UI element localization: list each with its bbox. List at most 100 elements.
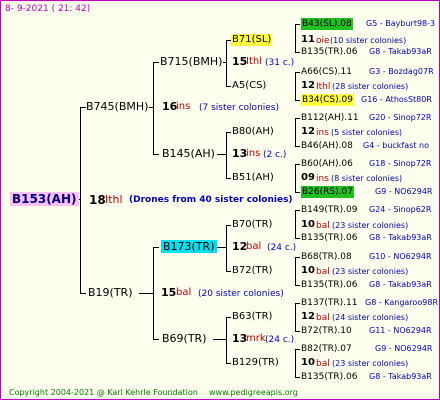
gen3-generation: 12 xyxy=(301,126,315,137)
gen4-queen[interactable]: A66(CS).11 xyxy=(301,66,352,78)
gen2-queen[interactable]: B69(TR) xyxy=(162,333,207,345)
connector xyxy=(226,178,231,179)
gen3-queen[interactable]: B80(AH) xyxy=(232,126,274,138)
gen1-breed: bal xyxy=(176,287,192,298)
gen3-note: (24 sister colonies) xyxy=(332,313,409,322)
gen3-queen[interactable]: B71(SL) xyxy=(231,34,273,46)
gen1-generation: 15 xyxy=(161,286,177,299)
gen4-queen[interactable]: B68(TR).08 xyxy=(301,251,352,263)
gen4-queen[interactable]: B60(AH).06 xyxy=(301,158,353,170)
gen3-note: (23 sister colonies) xyxy=(332,359,409,368)
connector xyxy=(223,62,227,63)
gen4-origin: G16 - AthosSt80R xyxy=(361,95,432,104)
connector xyxy=(149,107,154,108)
connector xyxy=(295,118,296,146)
gen3-breed: bal xyxy=(316,359,330,369)
connector xyxy=(295,285,300,286)
gen4-origin: G8 - Kangaroo98R xyxy=(365,298,438,307)
gen2-queen[interactable]: B173(TR) xyxy=(161,240,217,253)
gen4-queen[interactable]: B135(TR).06 xyxy=(301,46,357,58)
gen4-queen[interactable]: B135(TR).06 xyxy=(301,279,357,291)
gen4-queen[interactable]: B135(TR).06 xyxy=(301,371,357,383)
gen4-queen[interactable]: B149(TR).09 xyxy=(301,204,357,216)
connector xyxy=(226,317,231,318)
gen4-origin: G20 - Sinop72R xyxy=(369,113,432,122)
root-generation: 18 xyxy=(89,193,106,207)
gen2-note: (24 c.) xyxy=(267,243,297,253)
gen3-queen[interactable]: B72(TR) xyxy=(232,265,272,277)
connector xyxy=(295,72,300,73)
gen4-queen[interactable]: B72(TR).10 xyxy=(301,325,352,337)
copyright: Copyright 2004-2021 @ Karl Kehrle Founda… xyxy=(9,388,198,397)
connector xyxy=(139,293,154,294)
gen4-origin: G18 - Sinop72R xyxy=(369,159,432,168)
gen2-breed: mrk xyxy=(246,333,266,344)
connector xyxy=(295,303,300,304)
gen4-queen[interactable]: B34(CS).09 xyxy=(301,94,354,106)
connector xyxy=(80,293,86,294)
gen4-queen[interactable]: B26(RS).07 xyxy=(301,186,354,198)
gen3-breed: ins xyxy=(316,128,329,138)
gen3-breed: bal xyxy=(316,221,330,231)
connector xyxy=(80,107,81,293)
gen4-origin: G9 - NO6294R xyxy=(375,344,433,353)
gen3-note: (23 sister colonies) xyxy=(332,267,409,276)
gen3-note: (8 sister colonies) xyxy=(331,174,403,183)
gen3-queen[interactable]: A5(CS) xyxy=(232,80,266,92)
gen2-queen[interactable]: B715(BMH) xyxy=(160,56,222,68)
gen2-breed: bal xyxy=(246,241,262,252)
gen4-queen[interactable]: B46(AH).08 xyxy=(301,140,353,152)
gen2-queen[interactable]: B145(AH) xyxy=(162,148,215,160)
gen1-breed: ins xyxy=(176,101,191,112)
gen4-origin: G4 - buckfast no xyxy=(363,141,429,150)
connector xyxy=(226,225,231,226)
gen1-queen[interactable]: B745(BMH) xyxy=(86,101,148,113)
gen1-queen[interactable]: B19(TR) xyxy=(88,287,133,299)
connector xyxy=(295,257,296,285)
gen3-note: (23 sister colonies) xyxy=(332,221,409,230)
gen4-origin: G5 - Bayburt98-3 xyxy=(366,19,436,28)
gen3-queen[interactable]: B129(TR) xyxy=(232,357,279,369)
connector xyxy=(226,317,227,363)
root-queen[interactable]: B153(AH) xyxy=(10,192,79,206)
connector xyxy=(213,339,227,340)
connector xyxy=(295,377,300,378)
connector xyxy=(295,349,296,377)
timestamp: 8- 9-2021 ( 21: 42) xyxy=(5,4,91,14)
connector xyxy=(295,164,296,192)
gen2-note: (24 c.) xyxy=(265,335,295,345)
gen3-generation: 10 xyxy=(301,265,315,276)
gen3-breed: Ithl xyxy=(316,82,331,92)
connector xyxy=(217,154,227,155)
connector xyxy=(295,331,300,332)
connector xyxy=(295,238,300,239)
connector xyxy=(295,303,296,331)
gen1-note: (7 sister colonies) xyxy=(199,103,280,113)
gen2-breed: ins xyxy=(246,148,261,159)
gen3-generation: 10 xyxy=(301,357,315,368)
gen4-origin: G8 - Takab93aR xyxy=(369,233,432,242)
gen3-queen[interactable]: B51(AH) xyxy=(232,172,274,184)
gen3-breed: bal xyxy=(316,313,330,323)
gen4-queen[interactable]: B137(TR).11 xyxy=(301,297,357,309)
gen3-breed: bal xyxy=(316,267,330,277)
website-link[interactable]: www.pedigreeapis.org xyxy=(209,387,298,399)
connector xyxy=(226,132,231,133)
gen3-queen[interactable]: B70(TR) xyxy=(232,219,272,231)
gen4-queen[interactable]: B112(AH).11 xyxy=(301,112,359,124)
gen4-queen[interactable]: B82(TR).07 xyxy=(301,343,352,355)
connector xyxy=(295,100,300,101)
gen4-queen[interactable]: B43(SL).08 xyxy=(301,18,353,30)
connector xyxy=(226,132,227,178)
gen4-origin: G3 - Bozdag07R xyxy=(369,67,434,76)
gen4-origin: G10 - NO6294R xyxy=(369,252,432,261)
gen3-breed: ins xyxy=(316,174,329,184)
gen4-queen[interactable]: B135(TR).06 xyxy=(301,232,357,244)
gen4-origin: G9 - NO6294R xyxy=(375,187,433,196)
gen2-note: (2 c.) xyxy=(263,150,287,160)
gen3-queen[interactable]: B63(TR) xyxy=(232,311,272,323)
connector xyxy=(295,52,300,53)
connector xyxy=(153,339,159,340)
connector xyxy=(153,247,159,248)
connector xyxy=(153,62,154,154)
